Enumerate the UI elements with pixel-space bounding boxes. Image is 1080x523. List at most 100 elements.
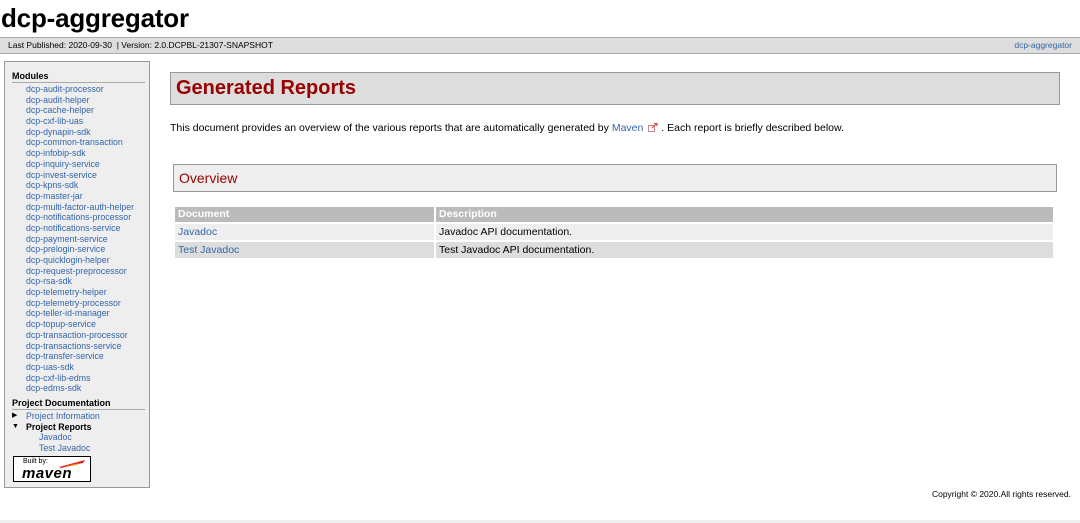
nav-item-module: dcp-common-transaction	[12, 137, 145, 148]
module-link[interactable]: dcp-kpns-sdk	[26, 180, 78, 190]
nav-item-module: dcp-cxf-lib-uas	[12, 116, 145, 127]
table-cell-document: Test Javadoc	[175, 242, 434, 260]
breadcrumb-project-link[interactable]: dcp-aggregator	[1014, 40, 1072, 50]
intro-text-before: This document provides an overview of th…	[170, 122, 609, 134]
last-published: Last Published: 2020-09-30	[8, 40, 112, 50]
overview-title: Overview	[179, 170, 238, 186]
version-info: | Version: 2.0.DCPBL-21307-SNAPSHOT	[116, 40, 273, 50]
nav-item-module: dcp-transfer-service	[12, 351, 145, 362]
column-header-description: Description	[436, 207, 1053, 224]
module-link[interactable]: dcp-rsa-sdk	[26, 276, 72, 286]
module-link[interactable]: dcp-notifications-service	[26, 223, 120, 233]
overview-section-header: Overview	[173, 164, 1057, 192]
nav-item-module: dcp-invest-service	[12, 170, 145, 181]
table-cell-description: Javadoc API documentation.	[436, 224, 1053, 242]
module-link[interactable]: dcp-uas-sdk	[26, 362, 74, 372]
left-nav-column: Modules dcp-audit-processor dcp-audit-hel…	[4, 61, 150, 488]
project-documentation-heading: Project Documentation	[12, 398, 145, 410]
nav-item-module: dcp-edms-sdk	[12, 383, 145, 394]
module-link[interactable]: dcp-prelogin-service	[26, 244, 105, 254]
publish-info: Last Published: 2020-09-30 | Version: 2.…	[8, 38, 273, 53]
module-link[interactable]: dcp-telemetry-processor	[26, 298, 121, 308]
column-header-document: Document	[175, 207, 434, 224]
table-row: Javadoc Javadoc API documentation.	[175, 224, 1053, 242]
nav-item-module: dcp-notifications-service	[12, 223, 145, 234]
nav-item-project-reports: ▼ Project Reports	[12, 422, 145, 433]
module-link[interactable]: dcp-master-jar	[26, 191, 83, 201]
module-link[interactable]: dcp-notifications-processor	[26, 212, 131, 222]
nav-item-javadoc: Javadoc	[12, 432, 145, 443]
copyright-text: Copyright © 2020.All rights reserved.	[931, 489, 1071, 499]
intro-paragraph: This document provides an overview of th…	[170, 122, 844, 135]
module-link[interactable]: dcp-audit-helper	[26, 95, 90, 105]
nav-item-module: dcp-multi-factor-auth-helper	[12, 202, 145, 213]
page-title: Generated Reports	[176, 77, 357, 99]
external-link-icon	[648, 123, 658, 135]
module-link[interactable]: dcp-teller-id-manager	[26, 308, 110, 318]
nav-item-module: dcp-dynapin-sdk	[12, 127, 145, 138]
project-reports-current: Project Reports	[26, 421, 92, 432]
module-link[interactable]: dcp-edms-sdk	[26, 383, 81, 393]
built-by-maven-badge[interactable]: Built by: maven	[13, 456, 91, 482]
test-javadoc-report-link[interactable]: Test Javadoc	[178, 244, 239, 256]
nav-item-module: dcp-telemetry-helper	[12, 287, 145, 298]
nav-item-module: dcp-cxf-lib-edms	[12, 373, 145, 384]
module-link[interactable]: dcp-multi-factor-auth-helper	[26, 202, 134, 212]
nav-item-test-javadoc: Test Javadoc	[12, 443, 145, 454]
nav-item-module: dcp-cache-helper	[12, 105, 145, 116]
module-link[interactable]: dcp-audit-processor	[26, 84, 104, 94]
page-title-box: Generated Reports	[170, 72, 1060, 105]
nav-item-module: dcp-request-preprocessor	[12, 266, 145, 277]
module-link[interactable]: dcp-topup-service	[26, 319, 96, 329]
nav-item-module: dcp-teller-id-manager	[12, 308, 145, 319]
nav-item-module: dcp-uas-sdk	[12, 362, 145, 373]
table-row: Test Javadoc Test Javadoc API documentat…	[175, 242, 1053, 260]
caret-down-icon: ▼	[12, 422, 19, 430]
module-link[interactable]: dcp-telemetry-helper	[26, 287, 107, 297]
nav-item-module: dcp-prelogin-service	[12, 244, 145, 255]
nav-item-module: dcp-kpns-sdk	[12, 180, 145, 191]
table-cell-document: Javadoc	[175, 224, 434, 242]
module-link[interactable]: dcp-inquiry-service	[26, 159, 100, 169]
nav-javadoc-link[interactable]: Javadoc	[39, 432, 72, 442]
caret-right-icon: ▶	[12, 411, 18, 419]
module-link[interactable]: dcp-cxf-lib-uas	[26, 116, 83, 126]
module-link[interactable]: dcp-dynapin-sdk	[26, 127, 91, 137]
nav-item-module: dcp-transaction-processor	[12, 330, 145, 341]
module-link[interactable]: dcp-common-transaction	[26, 137, 123, 147]
nav-item-module: dcp-infobip-sdk	[12, 148, 145, 159]
modules-list: dcp-audit-processor dcp-audit-helper dcp-c…	[12, 84, 145, 394]
nav-item-module: dcp-master-jar	[12, 191, 145, 202]
breadcrumbs-bar: Last Published: 2020-09-30 | Version: 2.…	[0, 37, 1080, 54]
maven-feather-icon	[59, 460, 85, 468]
nav-item-module: dcp-audit-processor	[12, 84, 145, 95]
nav-item-module: dcp-notifications-processor	[12, 212, 145, 223]
javadoc-report-link[interactable]: Javadoc	[178, 226, 217, 238]
nav-column: Modules dcp-audit-processor dcp-audit-hel…	[5, 62, 149, 454]
modules-heading: Modules	[12, 71, 145, 83]
module-link[interactable]: dcp-request-preprocessor	[26, 266, 127, 276]
module-link[interactable]: dcp-transaction-processor	[26, 330, 128, 340]
module-link[interactable]: dcp-transfer-service	[26, 351, 104, 361]
nav-item-module: dcp-inquiry-service	[12, 159, 145, 170]
maven-link[interactable]: Maven	[612, 122, 644, 134]
nav-item-module: dcp-quicklogin-helper	[12, 255, 145, 266]
table-header-row: Document Description	[175, 207, 1053, 224]
module-link[interactable]: dcp-payment-service	[26, 234, 108, 244]
project-information-link[interactable]: Project Information	[26, 411, 100, 421]
table-cell-description: Test Javadoc API documentation.	[436, 242, 1053, 260]
nav-item-module: dcp-telemetry-processor	[12, 298, 145, 309]
module-link[interactable]: dcp-invest-service	[26, 170, 97, 180]
module-link[interactable]: dcp-cxf-lib-edms	[26, 373, 91, 383]
module-link[interactable]: dcp-infobip-sdk	[26, 148, 86, 158]
nav-item-module: dcp-rsa-sdk	[12, 276, 145, 287]
nav-item-module: dcp-payment-service	[12, 234, 145, 245]
footer: Copyright © 2020.All rights reserved.	[0, 485, 1080, 523]
nav-item-module: dcp-transactions-service	[12, 341, 145, 352]
module-link[interactable]: dcp-quicklogin-helper	[26, 255, 110, 265]
nav-test-javadoc-link[interactable]: Test Javadoc	[39, 443, 90, 453]
module-link[interactable]: dcp-cache-helper	[26, 105, 94, 115]
reports-table: Document Description Javadoc Javadoc API…	[173, 207, 1055, 260]
module-link[interactable]: dcp-transactions-service	[26, 341, 121, 351]
nav-item-module: dcp-topup-service	[12, 319, 145, 330]
